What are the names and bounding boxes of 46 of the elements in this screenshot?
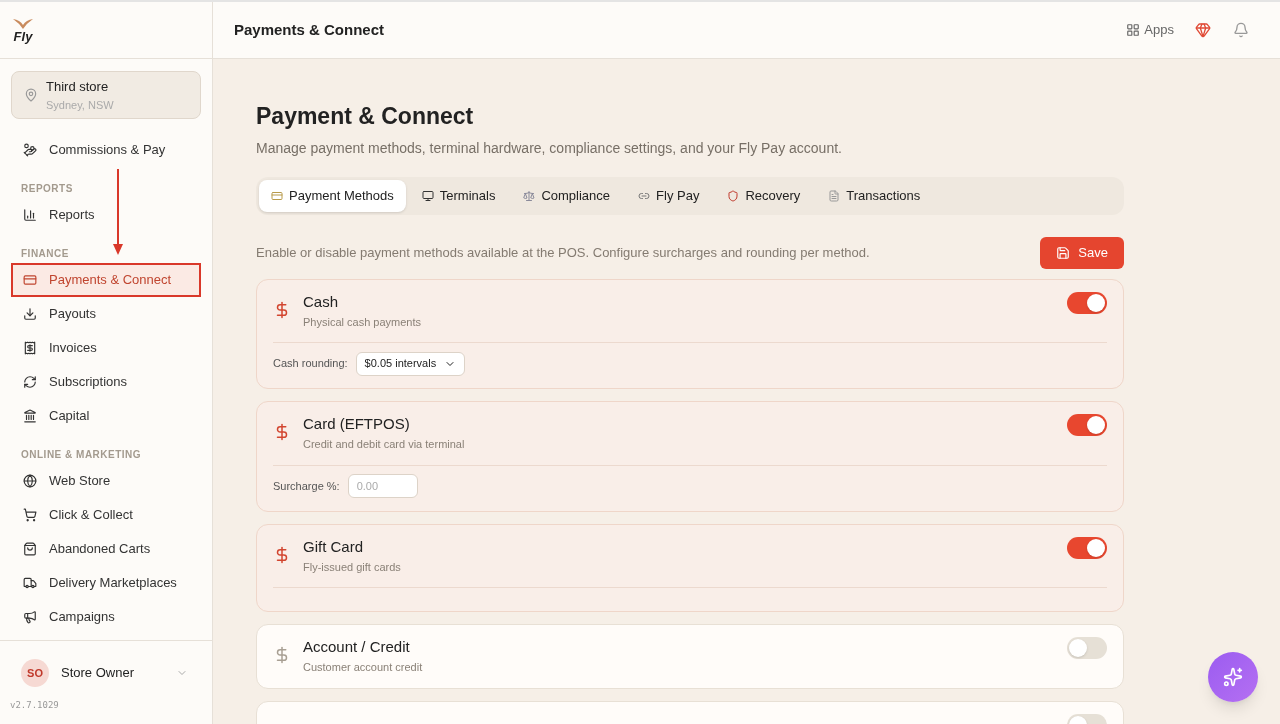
method-name: Gift Card xyxy=(303,536,364,557)
tab[interactable]: Transactions xyxy=(816,179,933,212)
nav-item[interactable]: Campaigns xyxy=(11,600,201,634)
nav-item[interactable]: Invoices xyxy=(11,331,201,365)
nav-item[interactable]: Capital xyxy=(11,399,201,433)
method-name: Account / Credit xyxy=(303,637,411,657)
page-title: Payment & Connect xyxy=(256,102,475,131)
intro-text: Enable or disable payment methods available at the POS. Configure surcharges and rounding per method. xyxy=(256,243,870,262)
avatar: SO xyxy=(21,659,49,687)
setting-label: Surcharge %: xyxy=(273,478,340,494)
tab[interactable]: Fly Pay xyxy=(626,179,712,212)
store-location: Sydney, NSW xyxy=(46,97,114,113)
tab[interactable]: Recovery xyxy=(715,179,813,212)
header-title: Payments & Connect xyxy=(234,19,386,40)
method-name: Cash xyxy=(303,291,340,312)
nav-item[interactable]: Web Store xyxy=(11,464,201,498)
section-heading: FINANCE xyxy=(20,247,70,261)
tab[interactable]: Payment Methods xyxy=(259,179,406,212)
nav-item[interactable]: Abandoned Carts xyxy=(11,532,201,566)
store-selector[interactable]: Third store Sydney, NSW xyxy=(11,71,201,119)
logo: Fly xyxy=(12,17,34,43)
section-heading: ONLINE & MARKETING xyxy=(20,448,143,462)
save-button[interactable]: Save xyxy=(1040,236,1124,269)
section-heading: REPORTS xyxy=(20,182,74,196)
method-name: Card (EFTPOS) xyxy=(303,414,411,434)
setting-label: Cash rounding: xyxy=(273,356,348,372)
tab[interactable]: Compliance xyxy=(511,179,623,212)
rounding-select[interactable]: $0.05 intervals xyxy=(355,351,466,376)
nav-item[interactable]: Payouts xyxy=(11,297,201,331)
method-description: Physical cash payments xyxy=(303,314,422,330)
method-description: Fly-issued gift cards xyxy=(303,559,402,575)
nav-item[interactable]: Click & Collect xyxy=(11,498,201,532)
nav-item[interactable]: Subscriptions xyxy=(11,365,201,399)
method-description: Customer account credit xyxy=(303,660,424,675)
version-label: v2.7.1029 xyxy=(10,699,60,712)
nav-item[interactable]: Reports xyxy=(11,198,201,232)
nav-item[interactable]: Payments & Connect xyxy=(11,263,201,297)
store-name: Third store xyxy=(46,78,110,96)
user-name: Store Owner xyxy=(61,664,135,683)
apps-button[interactable]: Apps xyxy=(1126,20,1174,40)
nav-item[interactable]: Commissions & Pay xyxy=(11,133,201,167)
page-subtitle: Manage payment methods, terminal hardware, compliance settings, and your Fly Pay account. xyxy=(256,138,843,158)
nav-item[interactable]: Delivery Marketplaces xyxy=(11,566,201,600)
method-description: Credit and debit card via terminal xyxy=(303,437,466,452)
surcharge-field[interactable]: 0.00 xyxy=(347,474,418,498)
tab[interactable]: Terminals xyxy=(409,179,508,212)
